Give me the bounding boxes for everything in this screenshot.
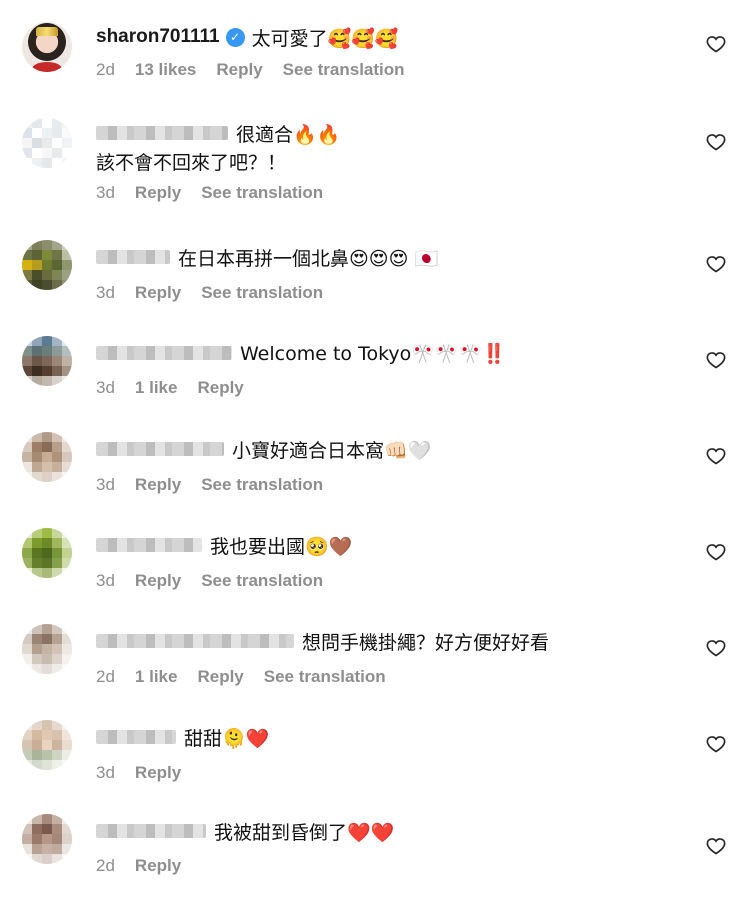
see-translation-button[interactable]: See translation — [201, 475, 323, 495]
avatar[interactable] — [22, 528, 72, 578]
comment-username-redacted[interactable] — [96, 538, 202, 552]
like-heart-icon[interactable] — [706, 350, 726, 370]
reply-button[interactable]: Reply — [135, 571, 181, 591]
avatar[interactable] — [22, 720, 72, 770]
comment-date: 2d — [96, 667, 115, 686]
comment-date: 3d — [96, 183, 115, 202]
see-translation-button[interactable]: See translation — [264, 667, 386, 687]
comment-date: 3d — [96, 763, 115, 782]
comment-text: 我被甜到昏倒了❤️❤️ — [214, 821, 395, 844]
comment-text: 小寶好適合日本窩👊🏻🤍 — [232, 439, 432, 462]
comment-username-redacted[interactable] — [96, 442, 224, 456]
like-heart-icon[interactable] — [706, 446, 726, 466]
comment-text: 在日本再拼一個北鼻😍😍😍 🇯🇵 — [178, 247, 439, 270]
avatar[interactable] — [22, 118, 72, 168]
avatar[interactable] — [22, 624, 72, 674]
comment-date: 3d — [96, 283, 115, 302]
comment-text: 我也要出國🥺🤎 — [210, 535, 353, 558]
like-heart-icon[interactable] — [706, 542, 726, 562]
verified-badge-icon: ✓ — [225, 27, 245, 47]
reply-button[interactable]: Reply — [135, 856, 181, 876]
comment-username-redacted[interactable] — [96, 824, 206, 838]
reply-button[interactable]: Reply — [197, 378, 243, 398]
comment-date: 3d — [96, 378, 115, 397]
see-translation-button[interactable]: See translation — [283, 60, 405, 80]
comment-date: 2d — [96, 856, 115, 875]
comment-username[interactable]: sharon701111 — [96, 26, 220, 48]
comment-username-redacted[interactable] — [96, 730, 176, 744]
like-heart-icon[interactable] — [706, 734, 726, 754]
reply-button[interactable]: Reply — [216, 60, 262, 80]
comment-username-redacted[interactable] — [96, 346, 232, 360]
comment-date: 2d — [96, 60, 115, 79]
reply-button[interactable]: Reply — [135, 763, 181, 783]
comment-text: 太可愛了🥰🥰🥰 — [251, 27, 399, 50]
comment-username-redacted[interactable] — [96, 634, 294, 648]
reply-button[interactable]: Reply — [135, 183, 181, 203]
likes-count[interactable]: 1 like — [135, 667, 178, 687]
comment-date: 3d — [96, 571, 115, 590]
like-heart-icon[interactable] — [706, 638, 726, 658]
reply-button[interactable]: Reply — [135, 283, 181, 303]
comment-text: 甜甜🫠❤️ — [184, 727, 270, 750]
avatar[interactable] — [22, 240, 72, 290]
like-heart-icon[interactable] — [706, 34, 726, 54]
comment-text: Welcome to Tokyo🎌🎌🎌‼️ — [240, 342, 506, 365]
comment-username-redacted[interactable] — [96, 126, 228, 140]
comment-text-line2: 該不會不回來了吧？！ — [96, 153, 287, 174]
like-heart-icon[interactable] — [706, 836, 726, 856]
comment-username-redacted[interactable] — [96, 250, 170, 264]
like-heart-icon[interactable] — [706, 254, 726, 274]
avatar[interactable] — [22, 22, 72, 72]
likes-count[interactable]: 13 likes — [135, 60, 196, 80]
avatar[interactable] — [22, 814, 72, 864]
see-translation-button[interactable]: See translation — [201, 183, 323, 203]
see-translation-button[interactable]: See translation — [201, 571, 323, 591]
like-heart-icon[interactable] — [706, 132, 726, 152]
avatar[interactable] — [22, 336, 72, 386]
likes-count[interactable]: 1 like — [135, 378, 178, 398]
comment-text: 很適合🔥🔥 — [236, 123, 341, 146]
avatar[interactable] — [22, 432, 72, 482]
reply-button[interactable]: Reply — [135, 475, 181, 495]
reply-button[interactable]: Reply — [197, 667, 243, 687]
comment-text: 想問手機掛繩？好方便好好看 — [302, 631, 550, 654]
see-translation-button[interactable]: See translation — [201, 283, 323, 303]
comment-date: 3d — [96, 475, 115, 494]
